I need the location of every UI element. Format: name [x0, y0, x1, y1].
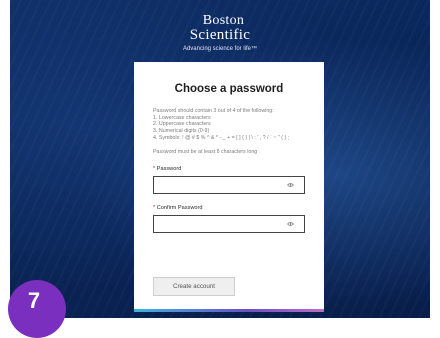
confirm-password-label-text: Confirm Password — [156, 205, 203, 212]
card-accent-bar — [134, 309, 324, 312]
required-marker: * — [153, 205, 156, 212]
logo-line-1: Boston — [202, 13, 245, 28]
rule-item: 4. Symbols: ! @ # $ % ^ & * - _ + = [ ] … — [153, 134, 290, 141]
password-label: * Password — [153, 166, 305, 173]
password-label-text: Password — [156, 166, 182, 173]
step-number: 7 — [27, 288, 41, 313]
password-card: Choose a password Password should contai… — [134, 62, 324, 312]
brand-tagline: Advancing science for life™ — [182, 46, 258, 52]
rule-item: 3. Numerical digits (0-9) — [153, 128, 210, 135]
confirm-password-field[interactable] — [153, 215, 305, 234]
password-rules: Password should contain 3 out of 4 of th… — [153, 108, 305, 142]
rule-item: 2. Uppercase characters — [153, 121, 211, 128]
brand-logo: Boston Scientific Advancing science for … — [0, 14, 440, 54]
rule-item: 1. Lowercase characters — [153, 114, 211, 121]
required-marker: * — [153, 166, 156, 173]
eye-icon[interactable] — [287, 221, 294, 227]
min-length-note: Password must be at least 8 characters l… — [153, 148, 258, 155]
logo-line-2: Scientific — [189, 27, 251, 43]
eye-icon[interactable] — [287, 182, 294, 188]
rules-intro: Password should contain 3 out of 4 of th… — [153, 108, 274, 114]
create-account-button[interactable]: Create account — [153, 277, 235, 296]
password-field[interactable] — [153, 176, 305, 195]
confirm-password-label: * Confirm Password — [153, 205, 305, 212]
step-badge: 7 — [8, 280, 66, 338]
page-title: Choose a password — [174, 83, 284, 95]
